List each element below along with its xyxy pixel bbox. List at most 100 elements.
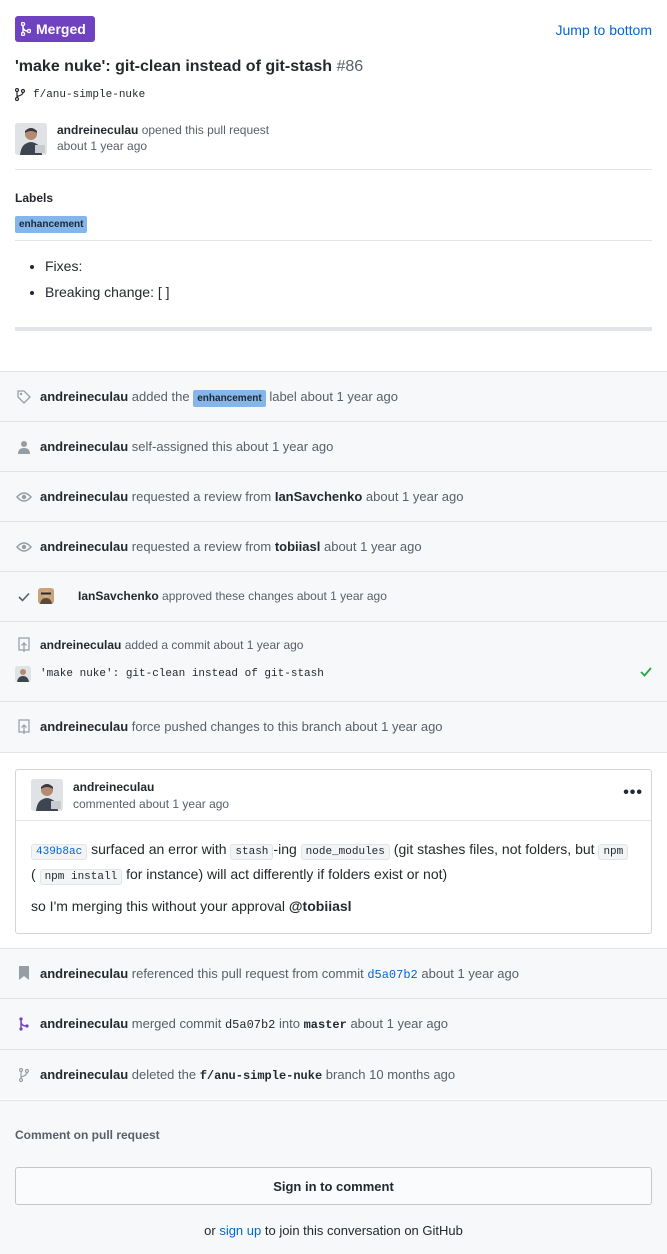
timeline-event-force-push: andreineculau force pushed changes to th… <box>0 701 667 752</box>
avatar[interactable] <box>15 666 31 682</box>
label-enhancement[interactable]: enhancement <box>15 216 88 233</box>
event-text: self-assigned this about 1 year ago <box>131 439 334 454</box>
label-enhancement[interactable]: enhancement <box>193 390 266 407</box>
event-target[interactable]: IanSavchenko <box>275 489 362 504</box>
event-text: merged commit <box>131 1016 222 1031</box>
timeline-event-review-requested: andreineculau requested a review from to… <box>0 521 667 571</box>
body-divider <box>15 327 652 331</box>
event-text: added a commit about 1 year ago <box>124 638 304 652</box>
timeline: andreineculau added the enhancement labe… <box>0 371 667 1099</box>
avatar[interactable] <box>15 123 47 155</box>
inline-code: npm <box>598 844 629 860</box>
repo-push-icon <box>16 719 32 735</box>
avatar[interactable] <box>38 588 54 604</box>
event-text: label about 1 year ago <box>269 389 398 404</box>
comment-text: -ing <box>273 841 297 857</box>
event-user[interactable]: andreineculau <box>40 489 128 504</box>
join-text: to join this conversation on GitHub <box>264 1223 463 1238</box>
deleted-branch: f/anu-simple-nuke <box>199 1069 323 1083</box>
timeline-event-labeled: andreineculau added the enhancement labe… <box>0 371 667 421</box>
event-user[interactable]: andreineculau <box>40 638 121 652</box>
avatar[interactable] <box>31 779 63 811</box>
labels-list: enhancement <box>15 214 88 233</box>
timeline-comment: andreineculau commented about 1 year ago… <box>0 752 667 948</box>
merged-state-badge: Merged <box>15 16 95 42</box>
event-user[interactable]: IanSavchenko <box>78 589 159 603</box>
list-item: Fixes: <box>45 258 170 274</box>
opener-row: andreineculau opened this pull request a… <box>15 121 652 169</box>
timeline-event-approved: IanSavchenko approved these changes abou… <box>0 571 667 621</box>
eye-icon <box>16 489 32 505</box>
user-mention[interactable]: @tobiiasl <box>289 898 352 914</box>
more-options-icon[interactable]: ••• <box>623 784 643 802</box>
event-text: force pushed changes to this branch abou… <box>131 719 443 734</box>
divider <box>15 169 652 170</box>
comment-text: ( <box>31 866 36 882</box>
event-user[interactable]: andreineculau <box>40 719 128 734</box>
inline-code: node_modules <box>300 844 390 860</box>
merge-icon <box>16 1016 32 1032</box>
tag-icon <box>16 389 32 405</box>
opener-action: opened this pull request <box>141 123 270 137</box>
branch-name[interactable]: f/anu-simple-nuke <box>33 89 145 101</box>
timeline-event-review-requested: andreineculau requested a review from Ia… <box>0 471 667 521</box>
timeline-event-assigned: andreineculau self-assigned this about 1… <box>0 421 667 471</box>
jump-to-bottom-link[interactable]: Jump to bottom <box>556 22 653 38</box>
list-item: Breaking change: [ ] <box>45 284 170 300</box>
merged-state-label: Merged <box>36 21 86 37</box>
event-text: referenced this pull request from commit <box>131 966 364 981</box>
comment-text: surfaced an error with <box>91 841 227 857</box>
comment-text: (git stashes files, not folders, but <box>393 841 595 857</box>
check-icon <box>16 589 32 605</box>
pr-body: Fixes: Breaking change: [ ] <box>45 258 170 310</box>
event-text: approved these changes about 1 year ago <box>162 589 387 603</box>
event-user[interactable]: andreineculau <box>40 1067 128 1082</box>
sign-up-link[interactable]: sign up <box>219 1223 261 1238</box>
sign-in-to-comment-button[interactable]: Sign in to comment <box>15 1167 652 1205</box>
divider <box>15 240 652 241</box>
commit-message[interactable]: 'make nuke': git-clean instead of git-st… <box>40 668 324 680</box>
commit-row: 'make nuke': git-clean instead of git-st… <box>15 666 652 686</box>
event-text: about 1 year ago <box>350 1016 449 1031</box>
commit-sha-link[interactable]: 439b8ac <box>31 844 88 860</box>
timeline-event-branch-deleted: andreineculau deleted the f/anu-simple-n… <box>0 1049 667 1099</box>
event-user[interactable]: andreineculau <box>40 539 128 554</box>
comment-heading: Comment on pull request <box>15 1128 160 1142</box>
event-target[interactable]: tobiiasl <box>275 539 321 554</box>
check-icon <box>640 666 652 681</box>
timeline-event-referenced: andreineculau referenced this pull reque… <box>0 948 667 998</box>
event-text: about 1 year ago <box>365 489 464 504</box>
head-branch: f/anu-simple-nuke <box>15 88 145 101</box>
commit-sha[interactable]: d5a07b2 <box>225 1018 275 1032</box>
opener-user[interactable]: andreineculau <box>57 123 138 137</box>
event-text: requested a review from <box>131 489 272 504</box>
comment-footer: Comment on pull request Sign in to comme… <box>0 1100 667 1254</box>
inline-code: npm install <box>39 869 123 885</box>
event-user[interactable]: andreineculau <box>40 1016 128 1031</box>
comment-paragraph: so I'm merging this without your approva… <box>31 898 352 914</box>
opener-text: andreineculau opened this pull request <box>57 123 269 137</box>
event-user[interactable]: andreineculau <box>40 389 128 404</box>
event-user[interactable]: andreineculau <box>40 439 128 454</box>
comment-text: so I'm merging this without your approva… <box>31 898 286 914</box>
timeline-event-commit: andreineculau added a commit about 1 yea… <box>0 621 667 701</box>
pr-number: #86 <box>336 58 364 75</box>
commit-sha-link[interactable]: d5a07b2 <box>367 968 417 982</box>
join-conversation-text: or sign up to join this conversation on … <box>0 1223 667 1238</box>
comment-box: andreineculau commented about 1 year ago… <box>15 769 652 934</box>
event-user[interactable]: andreineculau <box>40 966 128 981</box>
pr-title-text: 'make nuke': git-clean instead of git-st… <box>15 58 333 75</box>
inline-code: stash <box>230 844 274 860</box>
divider <box>16 820 651 821</box>
join-text: or <box>204 1223 216 1238</box>
comment-author[interactable]: andreineculau <box>73 780 154 794</box>
event-text: added the <box>131 389 190 404</box>
comment-time: commented about 1 year ago <box>73 797 230 811</box>
person-icon <box>16 439 32 455</box>
branch-icon <box>15 88 25 101</box>
event-text: deleted the <box>131 1067 197 1082</box>
base-branch[interactable]: master <box>304 1018 347 1032</box>
opener-time: about 1 year ago <box>57 139 148 153</box>
event-text: into <box>279 1016 300 1031</box>
repo-push-icon <box>16 637 32 653</box>
